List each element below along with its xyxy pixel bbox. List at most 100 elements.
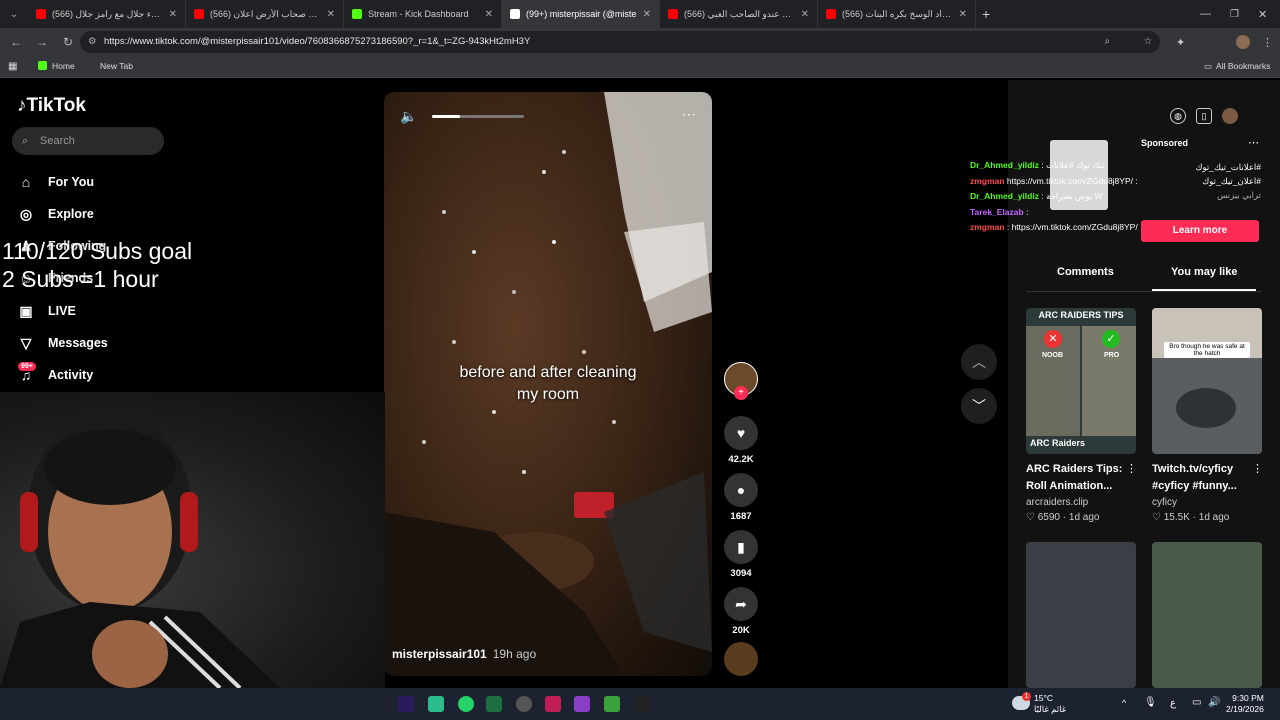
mic-icon[interactable]: 🎙 [1144, 697, 1157, 708]
sidebar-item-live[interactable]: ▣ LIVE [18, 300, 75, 322]
bookmarks-bar: ▦ Home New Tab ▭ All Bookmarks [0, 56, 1280, 78]
card-more-icon[interactable]: ⋮ [1252, 462, 1263, 475]
bookmark-new-tab[interactable]: New Tab [100, 61, 133, 71]
heart-outline-icon: ♡ [1026, 512, 1038, 523]
video-card-thumbnail[interactable]: Bro though he was safe at the hatch [1152, 308, 1262, 454]
tab-close-icon[interactable]: ✕ [485, 9, 493, 20]
whatsapp-icon[interactable] [458, 696, 474, 712]
heart-action[interactable]: ♥ 42.2K [724, 416, 758, 465]
weather-widget[interactable]: 15°C غائم غالبًا [1034, 693, 1066, 715]
bookmark-home[interactable]: Home [38, 61, 75, 71]
app-icon[interactable] [574, 696, 590, 712]
browser-tab[interactable]: (566) اسماء جلال مع رامز جلال ✕ [28, 0, 186, 28]
next-video-button[interactable]: ﹀ [961, 388, 997, 424]
extensions-icon[interactable]: ✦ [1176, 36, 1185, 49]
app-icon[interactable] [428, 696, 444, 712]
tab-favicon-icon [668, 9, 678, 19]
browser-tab[interactable]: (566) صحاب الأرض اعلان Tube ✕ [186, 0, 344, 28]
comment-action[interactable]: ● 1687 [724, 473, 758, 522]
video-card-channel[interactable]: arcraiders.clip [1026, 497, 1088, 508]
tab-close-icon[interactable]: ✕ [643, 9, 651, 20]
tab-favicon-icon [36, 9, 46, 19]
video-card-title[interactable]: ARC Raiders Tips: Roll Animation... [1026, 461, 1136, 495]
reload-icon[interactable]: ↻ [60, 35, 76, 49]
chat-username: Dr_Ahmed_yildiz [970, 160, 1039, 170]
back-icon[interactable]: ← [8, 35, 24, 49]
forward-icon[interactable]: → [34, 35, 50, 49]
sidebar-item-explore[interactable]: ◎ Explore [18, 203, 94, 225]
sound-disc-icon[interactable] [724, 642, 758, 676]
language-indicator[interactable]: ع [1170, 698, 1176, 709]
speaker-icon[interactable]: 🔊 [1208, 697, 1220, 708]
device-icon[interactable]: ▯ [1196, 108, 1212, 124]
bookmark-icon[interactable]: ▮ [724, 530, 758, 564]
star-icon[interactable]: ☆ [1143, 31, 1152, 53]
sidebar-item-messages[interactable]: ▽ Messages [18, 332, 108, 354]
browser-tab[interactable]: (99+) misterpissair (@miste ✕ [502, 0, 660, 28]
video-player[interactable]: 🔈 ⋯ before and after cleaning my room mi… [384, 92, 712, 676]
previous-video-button[interactable]: ︿ [961, 344, 997, 380]
more-options-icon[interactable]: ⋯ [682, 106, 696, 123]
apps-icon[interactable]: ▦ [8, 61, 17, 72]
heart-icon[interactable]: ♥ [724, 416, 758, 450]
maximize-button[interactable]: ❐ [1230, 9, 1239, 20]
learn-more-button[interactable]: Learn more [1141, 220, 1259, 242]
tiktok-logo[interactable]: ♪TikTok [17, 95, 86, 117]
sidebar-item-label: For You [48, 175, 95, 189]
card-more-icon[interactable]: ⋮ [1126, 462, 1137, 475]
tab-close-icon[interactable]: ✕ [959, 9, 967, 20]
share-action[interactable]: ➦ 20K [724, 587, 758, 636]
video-card-thumbnail[interactable] [1026, 542, 1136, 688]
video-caption: before and after cleaning my room [459, 364, 637, 403]
action-count: 42.2K [728, 454, 754, 465]
sponsored-more-icon[interactable]: ⋯ [1248, 136, 1259, 149]
zoom-icon[interactable]: ⌕ [1105, 31, 1110, 53]
subs-hour-overlay: 2 Subs =1 hour [2, 266, 159, 292]
new-tab-button[interactable]: + [982, 6, 990, 22]
excel-icon[interactable] [486, 696, 502, 712]
video-card-channel[interactable]: cyficy [1152, 497, 1177, 508]
tab-close-icon[interactable]: ✕ [169, 9, 177, 20]
close-window-button[interactable]: ✕ [1258, 8, 1267, 21]
minimize-button[interactable]: — [1200, 8, 1211, 20]
video-card-thumbnail[interactable] [1152, 542, 1262, 688]
network-icon[interactable]: ▭ [1192, 697, 1201, 708]
tab-you-may-like[interactable]: You may like [1171, 266, 1237, 278]
sidebar-item-for-you[interactable]: ⌂ For You [18, 171, 94, 193]
bookmark-action[interactable]: ▮ 3094 [724, 530, 758, 579]
sidebar-item-label: Explore [48, 207, 94, 221]
search-input[interactable]: ⌕ Search [12, 127, 164, 155]
site-info-icon[interactable]: ⚙ [88, 31, 97, 53]
tab-search-chevron-icon[interactable]: ⌄ [0, 9, 28, 20]
share-icon[interactable]: ➦ [724, 587, 758, 621]
all-bookmarks[interactable]: ▭ All Bookmarks [1204, 61, 1270, 72]
browser-tab[interactable]: Stream - Kick Dashboard ✕ [344, 0, 502, 28]
obs-icon[interactable] [516, 696, 532, 712]
chevron-up-icon[interactable]: ^ [1122, 698, 1126, 708]
coin-icon[interactable]: ◍ [1170, 108, 1186, 124]
volume-icon[interactable]: 🔈 [400, 108, 417, 125]
minecraft-icon[interactable] [604, 696, 620, 712]
epic-games-icon[interactable] [634, 696, 650, 712]
premiere-icon[interactable] [398, 696, 414, 712]
browser-tab[interactable]: (566) مين عندو الصاحب الغبي ✕ [660, 0, 818, 28]
user-avatar[interactable] [1222, 108, 1238, 124]
tab-close-icon[interactable]: ✕ [327, 9, 335, 20]
tab-favicon-icon [826, 9, 836, 19]
chat-text: : تيك توك #علانات [1041, 160, 1105, 170]
tab-close-icon[interactable]: ✕ [801, 9, 809, 20]
video-author[interactable]: misterpissair101 19h ago [392, 647, 536, 661]
follow-plus-icon[interactable]: + [734, 386, 748, 400]
app-icon[interactable] [545, 696, 561, 712]
menu-icon[interactable]: ⋮ [1262, 36, 1273, 49]
comment-icon[interactable]: ● [724, 473, 758, 507]
url-field[interactable]: ⚙ https://www.tiktok.com/@misterpissair1… [80, 31, 1160, 53]
profile-icon[interactable] [1236, 35, 1250, 49]
video-card-thumbnail[interactable]: ARC RAIDERS TIPS ✕ ✓ NOOB PRO ARC Raider… [1026, 308, 1136, 454]
video-card-title[interactable]: Twitch.tv/cyficy #cyficy #funny... [1152, 461, 1262, 495]
system-clock[interactable]: 9:30 PM 2/19/2026 [1226, 693, 1264, 715]
browser-tab[interactable]: (566) الواد الوسخ بكره البنات - ✕ [818, 0, 976, 28]
home-icon: ⌂ [21, 174, 31, 190]
volume-slider[interactable] [432, 115, 524, 118]
tab-comments[interactable]: Comments [1057, 266, 1114, 278]
